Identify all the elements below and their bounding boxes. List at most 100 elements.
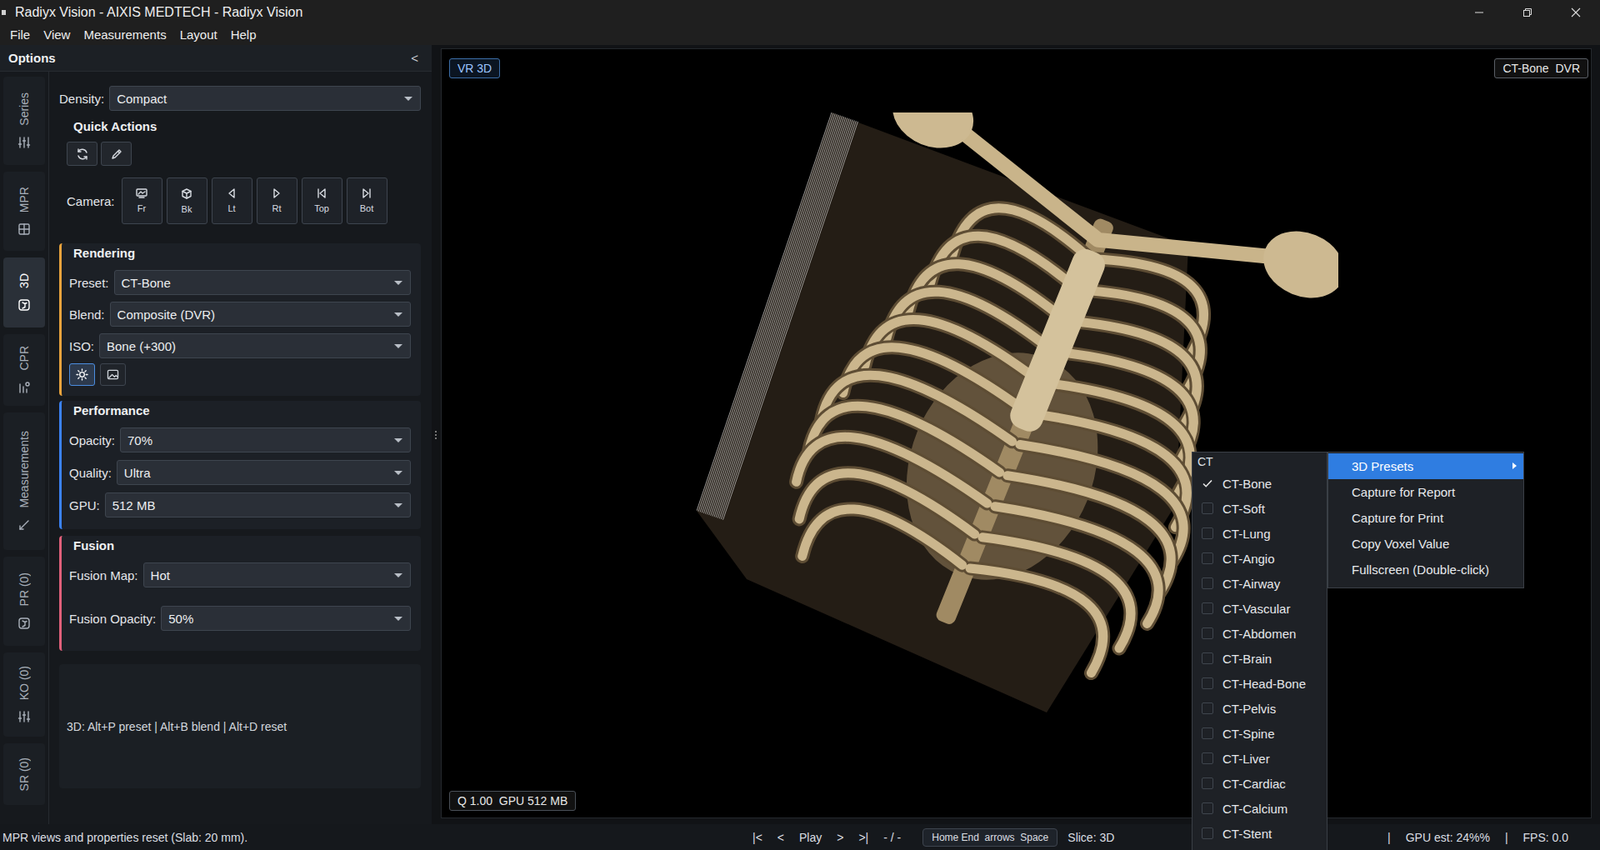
side-tab[interactable]: PR (0) — [3, 556, 45, 646]
context-menu-item[interactable]: Copy Voxel Value — [1328, 530, 1524, 557]
playback-control[interactable]: |< — [752, 830, 763, 845]
preset-checkbox[interactable] — [1201, 827, 1214, 840]
menu-item[interactable]: View — [38, 25, 75, 44]
playback-control[interactable]: < — [777, 830, 785, 845]
context-menu-item[interactable]: 3D Presets — [1328, 453, 1524, 480]
toggle-button[interactable] — [100, 363, 126, 386]
side-tab[interactable]: Series — [3, 76, 45, 165]
preset-item[interactable]: CT-Abdomen — [1192, 620, 1327, 646]
preset-item[interactable]: CT-Angio — [1192, 545, 1327, 571]
sliders-icon — [17, 710, 31, 724]
menu-bar: FileViewMeasurementsLayoutHelp — [0, 24, 1600, 45]
preset-item[interactable]: CT-Vascular — [1192, 595, 1327, 621]
preset-item[interactable]: CT-Spine — [1192, 720, 1327, 746]
camera-button-label: Top — [314, 203, 330, 214]
status-bar: MPR views and properties reset (Slab: 20… — [0, 824, 1600, 850]
preset-item[interactable]: CT-Lung — [1192, 520, 1327, 546]
menu-item[interactable]: File — [5, 25, 35, 44]
collapse-button[interactable]: < — [410, 50, 419, 65]
window-title: Radiyx Vision - AIXIS MEDTECH - Radiyx V… — [15, 5, 303, 20]
preset-checkbox[interactable] — [1201, 677, 1214, 690]
section-title: Rendering — [73, 245, 411, 263]
preset-checkbox[interactable] — [1201, 652, 1214, 665]
title-bar: Radiyx Vision - AIXIS MEDTECH - Radiyx V… — [0, 0, 1600, 25]
preset-checkbox[interactable] — [1201, 602, 1214, 615]
field-row: Opacity:70% — [69, 427, 411, 453]
preset-checkbox[interactable] — [1201, 502, 1214, 515]
preset-checkbox[interactable] — [1201, 752, 1214, 765]
preset-label: CT-Brain — [1222, 651, 1272, 666]
preset-checkbox[interactable] — [1201, 777, 1214, 790]
side-tab[interactable]: CPR — [3, 334, 45, 406]
restore-button[interactable] — [1503, 0, 1552, 25]
section-title: Performance — [73, 403, 411, 420]
camera-button-label: Rt — [272, 203, 282, 214]
preset-item[interactable]: CT-Calcium — [1192, 795, 1327, 821]
refresh-button[interactable] — [66, 141, 98, 166]
preset-item[interactable]: CT-Liver — [1192, 745, 1327, 771]
side-tab[interactable]: MPR — [3, 171, 45, 251]
camera-button[interactable]: Lt — [211, 177, 253, 225]
preset-checkbox[interactable] — [1201, 727, 1214, 740]
context-menu-item[interactable]: Fullscreen (Double-click) — [1328, 556, 1524, 583]
side-tab[interactable]: KO (0) — [3, 652, 45, 737]
sun-icon — [75, 368, 89, 381]
preset-item[interactable]: CT-Soft — [1192, 495, 1327, 521]
field-dropdown[interactable]: 70% — [120, 427, 411, 453]
preset-checkbox[interactable] — [1201, 527, 1214, 540]
playback-control[interactable]: Play — [799, 830, 822, 845]
preset-checkbox[interactable] — [1201, 552, 1214, 565]
field-dropdown[interactable]: CT-Bone — [114, 270, 411, 295]
submenu-header: CT — [1192, 452, 1327, 471]
annotate-button[interactable] — [100, 141, 132, 166]
field-row: Preset:CT-Bone — [69, 270, 411, 295]
front-view-icon — [135, 188, 148, 199]
field-dropdown[interactable]: 50% — [160, 605, 411, 631]
field-dropdown[interactable]: Bone (+300) — [99, 333, 411, 359]
preset-item[interactable]: CT-Cardiac — [1192, 770, 1327, 796]
preset-label: CT-Cardiac — [1222, 776, 1286, 791]
preset-checkbox[interactable] — [1201, 702, 1214, 715]
close-button[interactable] — [1551, 0, 1600, 25]
preset-item[interactable]: CT-Brain — [1192, 645, 1327, 671]
context-menu-item[interactable]: Capture for Report — [1328, 479, 1524, 505]
preset-label: CT-Airway — [1222, 576, 1280, 591]
field-dropdown[interactable]: Ultra — [116, 460, 411, 485]
context-menu-item[interactable]: Capture for Print — [1328, 505, 1524, 531]
settings-section: PerformanceOpacity:70%Quality:UltraGPU:5… — [59, 400, 421, 530]
playback-control[interactable]: > — [836, 830, 844, 845]
field-dropdown[interactable]: 512 MB — [105, 492, 411, 518]
field-dropdown[interactable]: Composite (DVR) — [110, 301, 411, 327]
menu-item[interactable]: Help — [225, 25, 262, 44]
toggle-button[interactable] — [69, 363, 95, 386]
minimize-button[interactable] — [1455, 0, 1504, 25]
camera-button[interactable]: Bot — [346, 177, 388, 225]
preset-item[interactable]: CT-Airway — [1192, 570, 1327, 596]
preset-item[interactable]: CT-Stent — [1192, 820, 1327, 846]
menu-item[interactable]: Measurements — [78, 25, 171, 44]
preset-checkbox[interactable] — [1201, 577, 1214, 590]
preset-item[interactable]: CT-Bone — [1192, 470, 1327, 496]
splitter[interactable] — [431, 45, 440, 825]
camera-button[interactable]: Top — [301, 177, 343, 225]
context-menu-label: 3D Presets — [1351, 459, 1414, 474]
field-dropdown[interactable]: Hot — [143, 562, 411, 588]
playback-control[interactable]: >| — [858, 830, 869, 845]
density-dropdown[interactable]: Compact — [109, 85, 421, 111]
preset-checkbox[interactable] — [1201, 802, 1214, 815]
camera-button[interactable]: Rt — [256, 177, 298, 225]
camera-buttons: FrBkLt Rt Top Bot — [121, 177, 388, 225]
side-tab-label: 3D — [17, 273, 31, 289]
preset-item[interactable]: CT-Head-Bone — [1192, 670, 1327, 696]
preset-item[interactable]: CT-Pelvis — [1192, 695, 1327, 721]
side-tab[interactable]: 3D — [3, 257, 45, 328]
viewport[interactable]: VR 3DCT-Bone DVRQ 1.00 GPU 512 MB — [440, 48, 1592, 819]
camera-button[interactable]: Fr — [121, 177, 163, 225]
app-icon — [0, 7, 9, 18]
preset-checkbox[interactable] — [1201, 627, 1214, 640]
side-tab[interactable]: SR (0) — [3, 743, 45, 805]
preset-checkbox[interactable] — [1201, 477, 1214, 490]
camera-button[interactable]: Bk — [166, 177, 208, 225]
menu-item[interactable]: Layout — [175, 25, 223, 44]
side-tab[interactable]: Measurements — [3, 412, 45, 550]
